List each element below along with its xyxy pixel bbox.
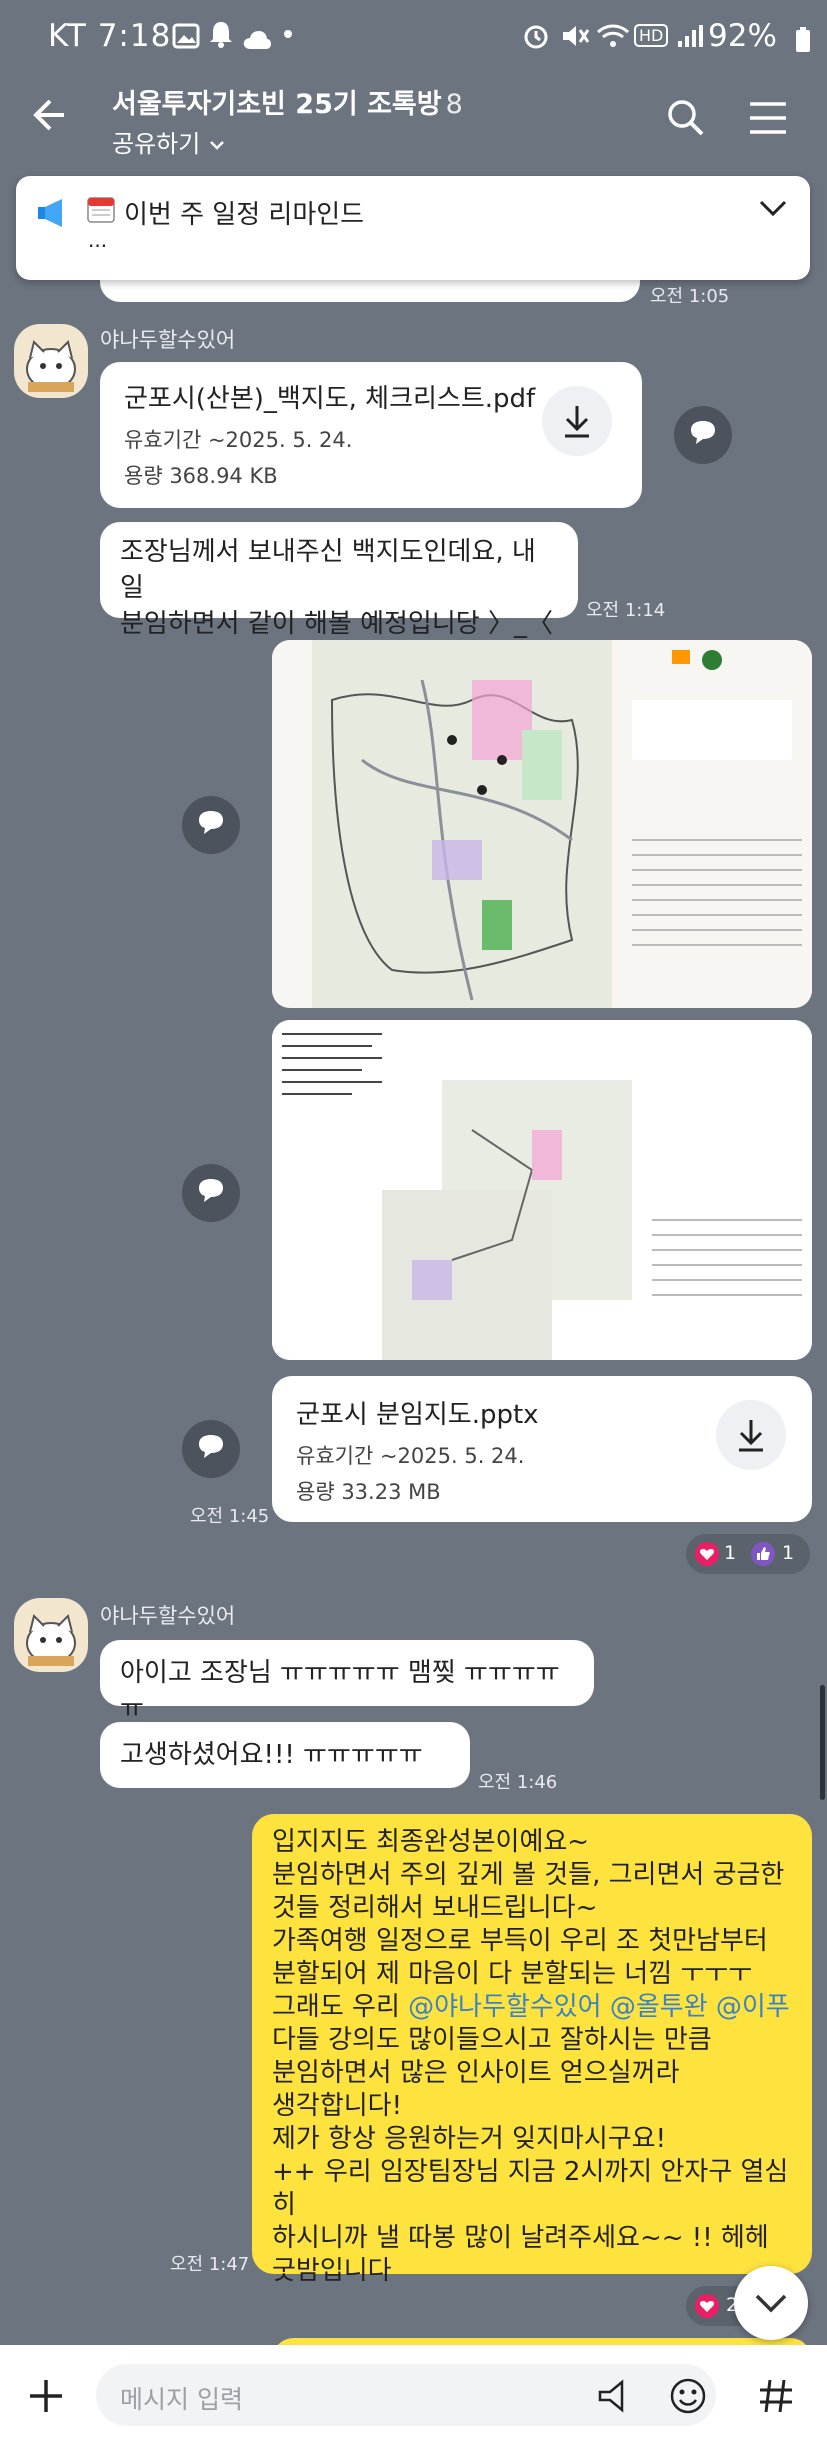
avatar[interactable]	[14, 324, 88, 398]
speech-bubble-icon	[199, 1179, 223, 1202]
message-bubble[interactable]: 조장님께서 보내주신 백지도인데요, 내일 분임하면서 같이 해볼 예정입니당 …	[100, 522, 578, 639]
share-label: 공유하기	[112, 130, 201, 158]
share-message-button[interactable]	[674, 406, 732, 464]
bell-icon	[208, 20, 234, 56]
download-icon	[565, 406, 589, 438]
message-time: 오전 1:46	[478, 1772, 558, 1793]
status-bar: KT 7:18 HD 92%	[0, 0, 827, 80]
member-count: 8	[445, 89, 463, 120]
plus-icon[interactable]	[24, 2374, 68, 2422]
calendar-icon	[86, 194, 116, 224]
carrier-time: KT 7:18	[48, 18, 172, 54]
gallery-icon	[172, 22, 200, 57]
share-message-button[interactable]	[182, 796, 240, 854]
file-title: 군포시 분임지도.pptx	[296, 1400, 539, 1430]
message-input-placeholder: 메시지 입력	[120, 2385, 243, 2414]
dot-indicator	[284, 30, 292, 38]
battery-level: 92%	[708, 18, 777, 54]
download-button[interactable]	[542, 386, 612, 456]
megaphone-icon	[36, 196, 70, 234]
map-thumbnail	[272, 640, 812, 1008]
mute-icon	[560, 22, 590, 58]
message-line: 굿밤입니다	[272, 2256, 392, 2286]
back-arrow-icon[interactable]	[28, 95, 68, 143]
share-message-button[interactable]	[182, 1420, 240, 1478]
battery-icon	[795, 26, 811, 61]
download-button[interactable]	[716, 1400, 786, 1470]
share-message-button[interactable]	[182, 1164, 240, 1222]
message-bubble[interactable]: 아이고 조장님 ㅠㅠㅠㅠㅠ 맴찢 ㅠㅠㅠㅠㅠ	[100, 1640, 594, 1724]
speech-bubble-icon	[691, 421, 715, 444]
mention[interactable]: @야나두할수있어	[408, 1992, 601, 2022]
avatar[interactable]	[14, 1598, 88, 1672]
alarm-icon	[522, 22, 550, 58]
message-line: 분할되어 제 마음이 다 분할되는 너낌 ㅜㅜㅜ	[272, 1959, 753, 1989]
message-line: 입지지도 최종완성본이예요~	[272, 1827, 590, 1857]
message-time: 오전 1:47	[170, 2254, 250, 2275]
message-time: 오전 1:14	[586, 600, 666, 621]
notice-ellipsis: ...	[88, 228, 108, 252]
heart-icon	[695, 1542, 719, 1566]
notice-text: 이번 주 일정 리마인드	[124, 200, 365, 230]
file-expiry: 유효기간 ~2025. 5. 24.	[124, 428, 353, 452]
mention[interactable]: @올투완	[610, 1992, 708, 2022]
cat-avatar-icon	[26, 340, 76, 392]
message-text: 그래도 우리	[272, 1992, 409, 2022]
scroll-down-button[interactable]	[734, 2266, 808, 2340]
chevron-down-icon	[755, 2294, 787, 2313]
thumb-count: 1	[782, 1542, 795, 1564]
emoticon-sticker-icon[interactable]	[596, 2378, 632, 2418]
message-line: 분임하면서 같이 해볼 예정입니당 〉_〈	[120, 609, 553, 639]
cloud-icon	[242, 24, 272, 59]
speech-bubble-icon	[199, 811, 223, 834]
message-line: 조장님께서 보내주신 백지도인데요, 내일	[120, 537, 536, 603]
chat-title[interactable]: 서울투자기초빈 25기 조톡방 8	[112, 82, 463, 121]
message-line: 분임하면서 주의 깊게 볼 것들, 그리면서 궁금한	[272, 1860, 785, 1890]
hashtag-icon[interactable]	[756, 2376, 796, 2420]
map-image[interactable]	[272, 640, 812, 1008]
heart-icon	[695, 2294, 719, 2318]
message-line: 그래도 우리 @야나두할수있어 @올투완 @이푸	[272, 1991, 792, 2024]
message-line: 다들 강의도 많이들으시고 잘하시는 만큼	[272, 2025, 712, 2055]
hd-icon: HD	[634, 24, 669, 47]
message-line: 제가 항상 응원하는거 잊지마시구요!	[272, 2124, 667, 2154]
share-button[interactable]: 공유하기	[112, 124, 226, 159]
mention[interactable]: @이푸	[716, 1992, 790, 2022]
message-line: 하시니까 낼 따봉 많이 날려주세요~~ !! 헤헤	[272, 2223, 769, 2253]
message-line: ++ 우리 임장팀장님 지금 2시까지 안자구 열심히	[272, 2157, 789, 2220]
signal-icon	[676, 22, 704, 57]
message-time: 오전 1:45	[190, 1506, 270, 1527]
thumbs-up-icon	[751, 1542, 775, 1566]
download-icon	[739, 1420, 763, 1452]
chat-name: 서울투자기초빈 25기 조톡방	[112, 89, 442, 120]
slide-thumbnail	[272, 1020, 812, 1360]
scrollbar[interactable]	[820, 1685, 825, 1800]
chevron-down-icon[interactable]	[756, 196, 790, 226]
speech-bubble-icon	[199, 1435, 223, 1458]
message-text: 고생하셨어요!!! ㅠㅠㅠㅠㅠ	[120, 1740, 423, 1770]
message-line: 분임하면서 많은 인사이트 얻으실꺼라	[272, 2058, 680, 2088]
message-line: 가족여행 일정으로 부득이 우리 조 첫만남부터	[272, 1926, 768, 1956]
file-expiry: 유효기간 ~2025. 5. 24.	[296, 1444, 525, 1468]
message-line: 것들 정리해서 보내드립니다~	[272, 1893, 598, 1923]
file-size: 용량 368.94 KB	[124, 464, 278, 488]
slide-image[interactable]	[272, 1020, 812, 1360]
file-title: 군포시(산본)_백지도, 체크리스트.pdf	[124, 384, 536, 414]
wifi-icon	[596, 22, 630, 58]
my-message-bubble[interactable]: 입지지도 최종완성본이예요~ 분임하면서 주의 깊게 볼 것들, 그리면서 궁금…	[252, 1814, 812, 2286]
sender-name: 야나두할수있어	[100, 1604, 236, 1628]
message-time: 오전 1:05	[650, 286, 730, 307]
sender-name: 야나두할수있어	[100, 328, 236, 352]
chevron-down-icon	[210, 141, 224, 150]
message-line: 생각합니다!	[272, 2091, 403, 2121]
emoji-icon[interactable]	[668, 2376, 708, 2420]
cat-avatar-icon	[26, 1614, 76, 1666]
menu-icon[interactable]	[746, 96, 798, 148]
reaction-bar[interactable]: 1 1	[686, 1534, 810, 1574]
heart-count: 1	[724, 1542, 737, 1564]
search-icon[interactable]	[664, 96, 716, 148]
file-size: 용량 33.23 MB	[296, 1480, 441, 1504]
message-bubble[interactable]: 고생하셨어요!!! ㅠㅠㅠㅠㅠ	[100, 1722, 470, 1788]
